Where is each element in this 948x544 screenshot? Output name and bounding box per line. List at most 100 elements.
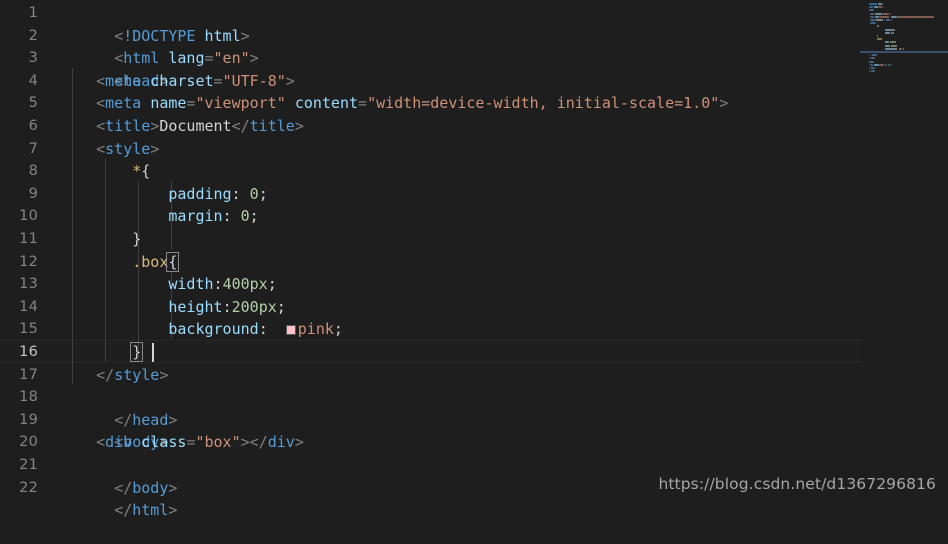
minimap-token: [870, 22, 875, 25]
minimap-token: [902, 47, 904, 50]
minimap-token: [881, 38, 882, 41]
minimap-token: [890, 19, 892, 21]
minimap-token: [896, 44, 898, 47]
minimap-token: [884, 47, 894, 50]
code-line[interactable]: <meta charset="UTF-8">: [60, 70, 295, 93]
minimap-line: [862, 31, 899, 34]
line-number: 10: [19, 208, 38, 225]
code-line[interactable]: <body>: [60, 409, 168, 451]
color-swatch-pink[interactable]: [285, 325, 296, 336]
minimap-line: [862, 3, 888, 5]
line-number: 22: [19, 479, 38, 496]
line-number: 5: [28, 95, 38, 112]
matching-bracket-close: }: [130, 342, 144, 362]
code-line[interactable]: </head>: [60, 386, 177, 429]
minimap-line: [862, 38, 887, 41]
minimap-line: [862, 19, 896, 21]
line-number: 9: [28, 185, 38, 202]
line-number: 11: [19, 231, 38, 247]
minimap-token: [869, 54, 872, 57]
minimap-token: [870, 15, 874, 18]
minimap-token: [884, 31, 891, 34]
minimap-line: [862, 25, 884, 28]
code-line[interactable]: </body>: [60, 454, 177, 497]
minimap-line: [862, 15, 934, 18]
minimap-token: [874, 70, 876, 73]
code-line[interactable]: </html>: [60, 477, 177, 519]
line-number: 4: [28, 72, 38, 89]
minimap-token: [880, 15, 890, 18]
code-line[interactable]: }: [60, 228, 141, 251]
code-line[interactable]: }: [60, 341, 144, 364]
minimap-line: [862, 63, 896, 66]
code-line[interactable]: background: pink;: [60, 318, 343, 341]
overview-ruler[interactable]: [934, 0, 948, 505]
minimap-line: [862, 12, 895, 15]
line-number-gutter: 1 2 3 4 5 6 7 8 9 10 11 12 13 14 15 16 17 18 19 20 21 22: [0, 0, 48, 505]
line-number: 6: [28, 118, 38, 134]
minimap-current-line: [860, 51, 934, 53]
minimap-line: [862, 41, 901, 44]
minimap-line: [862, 28, 900, 31]
line-number: 8: [28, 163, 38, 180]
code-line[interactable]: <html lang="en">: [60, 25, 259, 67]
minimap-token: [890, 63, 892, 66]
line-number: 19: [19, 411, 38, 428]
minimap-token: [876, 54, 878, 57]
minimap-line: [862, 70, 880, 73]
line-number: 12: [19, 253, 38, 270]
minimap-token: [870, 12, 874, 15]
line-number: 13: [19, 276, 38, 293]
minimap-token: [873, 9, 875, 12]
line-number: 3: [28, 50, 38, 67]
minimap[interactable]: [860, 0, 934, 505]
minimap-line: [862, 54, 882, 57]
watermark-url: https://blog.csdn.net/d1367296816: [658, 475, 936, 493]
code-line[interactable]: height:200px;: [60, 296, 285, 319]
line-number: 14: [19, 298, 38, 315]
code-line[interactable]: *{: [60, 160, 150, 183]
code-line[interactable]: .box{: [60, 251, 180, 274]
code-line[interactable]: <!DOCTYPE html>: [60, 2, 249, 45]
code-line[interactable]: margin: 0;: [60, 205, 258, 228]
code-line[interactable]: <meta name="viewport" content="width=dev…: [60, 92, 728, 115]
minimap-token: [884, 28, 892, 31]
minimap-token: [894, 28, 896, 31]
code-line[interactable]: </style>: [60, 364, 168, 387]
code-content[interactable]: <!DOCTYPE html> <html lang="en"> <head> …: [60, 0, 948, 520]
minimap-token: [874, 67, 876, 69]
minimap-token: [882, 6, 884, 9]
line-number: 2: [28, 27, 38, 44]
minimap-token: [870, 63, 873, 66]
minimap-token: [889, 12, 891, 15]
code-line[interactable]: <head>: [60, 47, 168, 90]
minimap-token: [887, 63, 891, 66]
minimap-token: [899, 47, 903, 50]
line-number: 15: [19, 321, 38, 338]
minimap-token: [870, 19, 875, 21]
minimap-line: [862, 22, 881, 25]
minimap-token: [894, 47, 897, 50]
line-number: 7: [28, 140, 38, 157]
code-line[interactable]: padding: 0;: [60, 183, 267, 206]
minimap-token: [884, 44, 891, 47]
minimap-line: [862, 44, 902, 47]
minimap-token: [873, 60, 875, 63]
code-line[interactable]: <div class="box"></div>: [60, 431, 304, 454]
minimap-token: [876, 19, 884, 21]
code-line[interactable]: <title>Document</title>: [60, 115, 304, 138]
code-line[interactable]: width:400px;: [60, 273, 276, 296]
minimap-line: [862, 6, 889, 9]
line-number: 21: [19, 457, 38, 473]
minimap-token: [898, 15, 934, 18]
minimap-token: [879, 6, 883, 9]
minimap-token: [874, 63, 879, 66]
line-number: 16: [19, 344, 38, 360]
code-line[interactable]: <style>: [60, 138, 159, 161]
minimap-line: [862, 35, 883, 37]
minimap-token: [884, 63, 888, 66]
minimap-token: [895, 41, 897, 44]
code-editor[interactable]: 1 2 3 4 5 6 7 8 9 10 11 12 13 14 15 16 17 18 19 20 21 22 <!DO…: [0, 0, 948, 520]
line-number: 17: [19, 366, 38, 383]
line-number: 1: [28, 5, 38, 21]
